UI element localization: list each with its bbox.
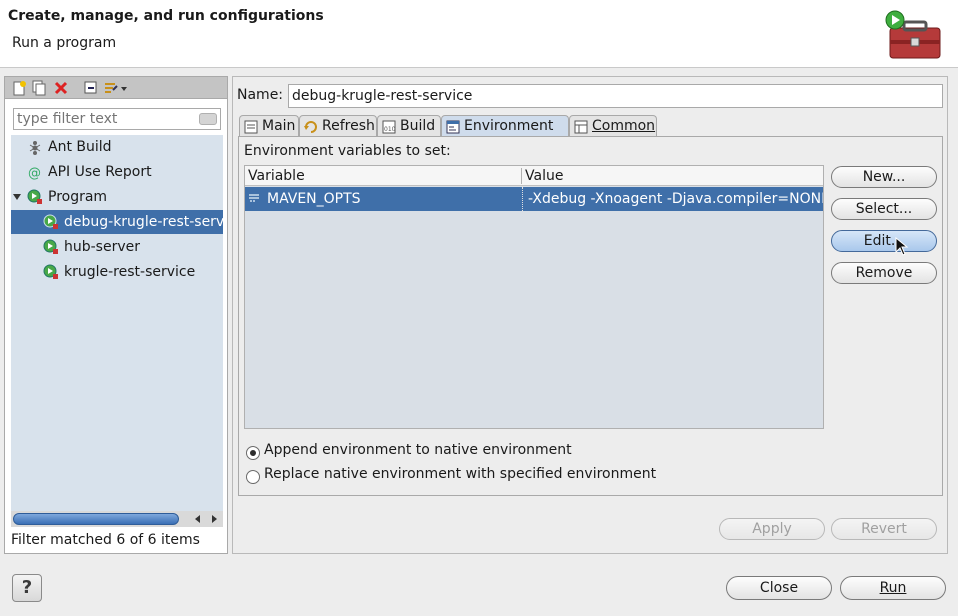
- expand-arrow-icon[interactable]: [11, 191, 23, 203]
- collapse-all-icon[interactable]: [83, 80, 99, 96]
- run-button[interactable]: Run: [840, 576, 946, 600]
- tree-horizontal-scrollbar[interactable]: [11, 511, 223, 527]
- dialog-header: Create, manage, and run configurations R…: [0, 0, 958, 68]
- tree-item-api-use-report[interactable]: @ API Use Report: [11, 160, 223, 184]
- column-header-value[interactable]: Value: [525, 166, 563, 186]
- replace-env-radio[interactable]: [246, 470, 260, 484]
- button-label: Close: [759, 580, 799, 596]
- dialog-subtitle: Run a program: [12, 35, 117, 51]
- svg-text:@: @: [28, 166, 41, 180]
- tree-item-label: krugle-rest-service: [64, 264, 196, 280]
- append-env-radio[interactable]: [246, 446, 260, 460]
- tab-refresh[interactable]: Refresh: [299, 115, 377, 137]
- tree-item-krugle-rest-service[interactable]: krugle-rest-service: [11, 260, 223, 284]
- launch-config-panel: Ant Build @ API Use Report Program debug…: [4, 76, 228, 554]
- help-icon: ?: [21, 577, 33, 598]
- tree-item-label: debug-krugle-rest-service: [64, 214, 223, 230]
- tree-item-ant-build[interactable]: Ant Build: [11, 135, 223, 159]
- column-separator[interactable]: [521, 168, 522, 184]
- cell-separator: [522, 187, 523, 211]
- apply-button[interactable]: Apply: [719, 518, 825, 540]
- config-tabs: Main Refresh 010 Build Environment Commo…: [239, 115, 939, 137]
- filter-input[interactable]: [13, 108, 221, 130]
- filter-status: Filter matched 6 of 6 items: [11, 532, 200, 548]
- svg-text:010: 010: [384, 126, 396, 133]
- remove-button[interactable]: Remove: [831, 262, 937, 284]
- duplicate-icon[interactable]: [31, 80, 47, 96]
- program-icon: [27, 189, 42, 204]
- replace-env-label[interactable]: Replace native environment with specifie…: [264, 466, 656, 482]
- button-label: Remove: [855, 265, 913, 281]
- filter-icon[interactable]: [103, 80, 119, 96]
- env-vars-table[interactable]: Variable Value MAVEN_OPTS -Xdebug -Xnoag…: [244, 165, 824, 429]
- button-label: Select...: [855, 201, 913, 217]
- ant-icon: [29, 141, 41, 155]
- name-label: Name:: [237, 87, 284, 103]
- button-label: Run: [879, 580, 907, 596]
- edit-button[interactable]: Edit...: [831, 230, 937, 252]
- tab-build[interactable]: 010 Build: [377, 115, 441, 137]
- button-label: Revert: [861, 521, 907, 537]
- launch-config-tree: Ant Build @ API Use Report Program debug…: [11, 135, 223, 511]
- tab-label: Environment: [464, 118, 554, 134]
- name-field[interactable]: [288, 84, 943, 108]
- table-row[interactable]: MAVEN_OPTS -Xdebug -Xnoagent -Djava.comp…: [245, 187, 823, 211]
- config-editor-panel: Name: Main Refresh 010 Build Environment…: [232, 76, 948, 554]
- close-button[interactable]: Close: [726, 576, 832, 600]
- tree-item-label: API Use Report: [48, 164, 152, 180]
- revert-button[interactable]: Revert: [831, 518, 937, 540]
- dropdown-icon[interactable]: [120, 80, 128, 96]
- delete-icon[interactable]: [53, 80, 69, 96]
- program-config-icon: [43, 214, 58, 229]
- common-icon: [574, 120, 588, 134]
- column-header-variable[interactable]: Variable: [248, 166, 305, 186]
- button-label: New...: [862, 169, 906, 185]
- toolbox-run-icon: [885, 10, 941, 59]
- env-var-value: -Xdebug -Xnoagent -Djava.compiler=NONE -: [528, 191, 823, 207]
- tab-label: Common: [592, 118, 656, 134]
- tab-main[interactable]: Main: [239, 115, 299, 137]
- tab-common[interactable]: Common: [569, 115, 657, 137]
- env-var-name: MAVEN_OPTS: [267, 191, 361, 207]
- tree-item-debug-krugle-rest-service[interactable]: debug-krugle-rest-service: [11, 210, 223, 234]
- scroll-right-icon[interactable]: [209, 514, 219, 524]
- env-var-icon: [249, 194, 259, 202]
- environment-icon: [446, 120, 460, 134]
- tree-item-label: Ant Build: [48, 139, 112, 155]
- tab-label: Refresh: [322, 118, 375, 134]
- program-config-icon: [43, 239, 58, 254]
- tree-item-label: Program: [48, 189, 108, 205]
- new-launch-config-icon[interactable]: [11, 80, 27, 96]
- refresh-icon: [304, 121, 317, 133]
- main-tab-icon: [244, 120, 258, 134]
- select-button[interactable]: Select...: [831, 198, 937, 220]
- launch-config-toolbar: [5, 77, 227, 99]
- mouse-cursor-icon: [895, 237, 909, 256]
- tab-label: Build: [400, 118, 436, 134]
- dialog-title: Create, manage, and run configurations: [8, 8, 324, 24]
- append-env-label[interactable]: Append environment to native environment: [264, 442, 572, 458]
- env-vars-label: Environment variables to set:: [244, 143, 451, 159]
- api-report-icon: @: [28, 166, 41, 180]
- scrollbar-thumb[interactable]: [13, 513, 179, 525]
- clear-filter-icon[interactable]: [199, 113, 217, 125]
- table-header: Variable Value: [245, 166, 823, 186]
- tree-item-hub-server[interactable]: hub-server: [11, 235, 223, 259]
- build-icon: 010: [382, 120, 396, 134]
- tab-label: Main: [262, 118, 296, 134]
- tree-item-program[interactable]: Program: [11, 185, 223, 209]
- button-label: Apply: [752, 521, 792, 537]
- help-button[interactable]: ?: [12, 574, 42, 602]
- program-config-icon: [43, 264, 58, 279]
- scroll-left-icon[interactable]: [193, 514, 203, 524]
- new-button[interactable]: New...: [831, 166, 937, 188]
- environment-tab-body: Environment variables to set: Variable V…: [238, 136, 943, 496]
- tab-environment[interactable]: Environment: [441, 115, 569, 137]
- tree-item-label: hub-server: [64, 239, 141, 255]
